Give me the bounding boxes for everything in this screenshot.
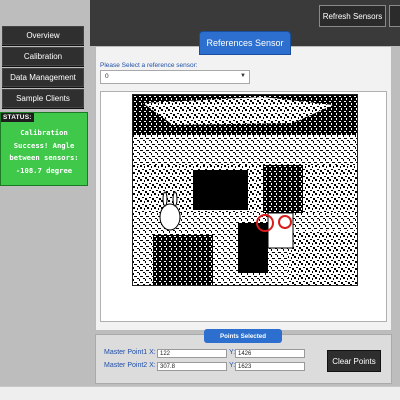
sidebar-item-label: Overview [26, 31, 60, 40]
sidebar-item-data-management[interactable]: Data Management [2, 68, 84, 87]
master-point2-y-input[interactable]: 1623 [235, 362, 305, 371]
reference-sensor-select-label: Please Select a reference sensor: [100, 62, 198, 69]
toolbar-overflow-button[interactable] [389, 5, 400, 27]
refresh-sensors-button[interactable]: Refresh Sensors [319, 5, 386, 27]
clear-points-label: Clear Points [332, 356, 376, 366]
reference-sensor-select[interactable]: 0 ▼ [100, 70, 250, 84]
status-message: Calibration Success! Angle between senso… [9, 128, 79, 175]
master-point2-x-input[interactable]: 307.8 [157, 362, 227, 371]
status-panel: STATUS: Calibration Success! Angle betwe… [0, 112, 88, 186]
footer-strip [0, 386, 400, 400]
clear-points-button[interactable]: Clear Points [327, 350, 381, 372]
sidebar-item-overview[interactable]: Overview [2, 26, 84, 45]
sidebar-item-calibration[interactable]: Calibration [2, 47, 84, 66]
camera-image-svg [133, 95, 357, 285]
references-sensor-title: References Sensor [206, 38, 284, 48]
sidebar-item-sample-clients[interactable]: Sample Clients [2, 89, 84, 108]
master-point1-x-input[interactable]: 122 [157, 349, 227, 358]
points-selected-title: Points Selected [219, 332, 267, 340]
sidebar-item-label: Calibration [23, 52, 63, 61]
sensor-camera-image[interactable] [132, 94, 358, 286]
sidebar-item-label: Data Management [10, 73, 76, 82]
reference-sensor-select-value: 0 [105, 73, 109, 80]
status-label: STATUS: [1, 113, 34, 122]
chevron-down-icon: ▼ [240, 73, 246, 79]
references-sensor-tab: References Sensor [199, 31, 291, 55]
refresh-sensors-label: Refresh Sensors [322, 11, 383, 21]
master-point2-label: Master Point2 X: [104, 362, 156, 369]
points-selected-tab: Points Selected [204, 329, 282, 343]
sidebar-item-label: Sample Clients [16, 94, 70, 103]
master-point1-y-input[interactable]: 1426 [235, 349, 305, 358]
master-point1-label: Master Point1 X: [104, 349, 156, 356]
